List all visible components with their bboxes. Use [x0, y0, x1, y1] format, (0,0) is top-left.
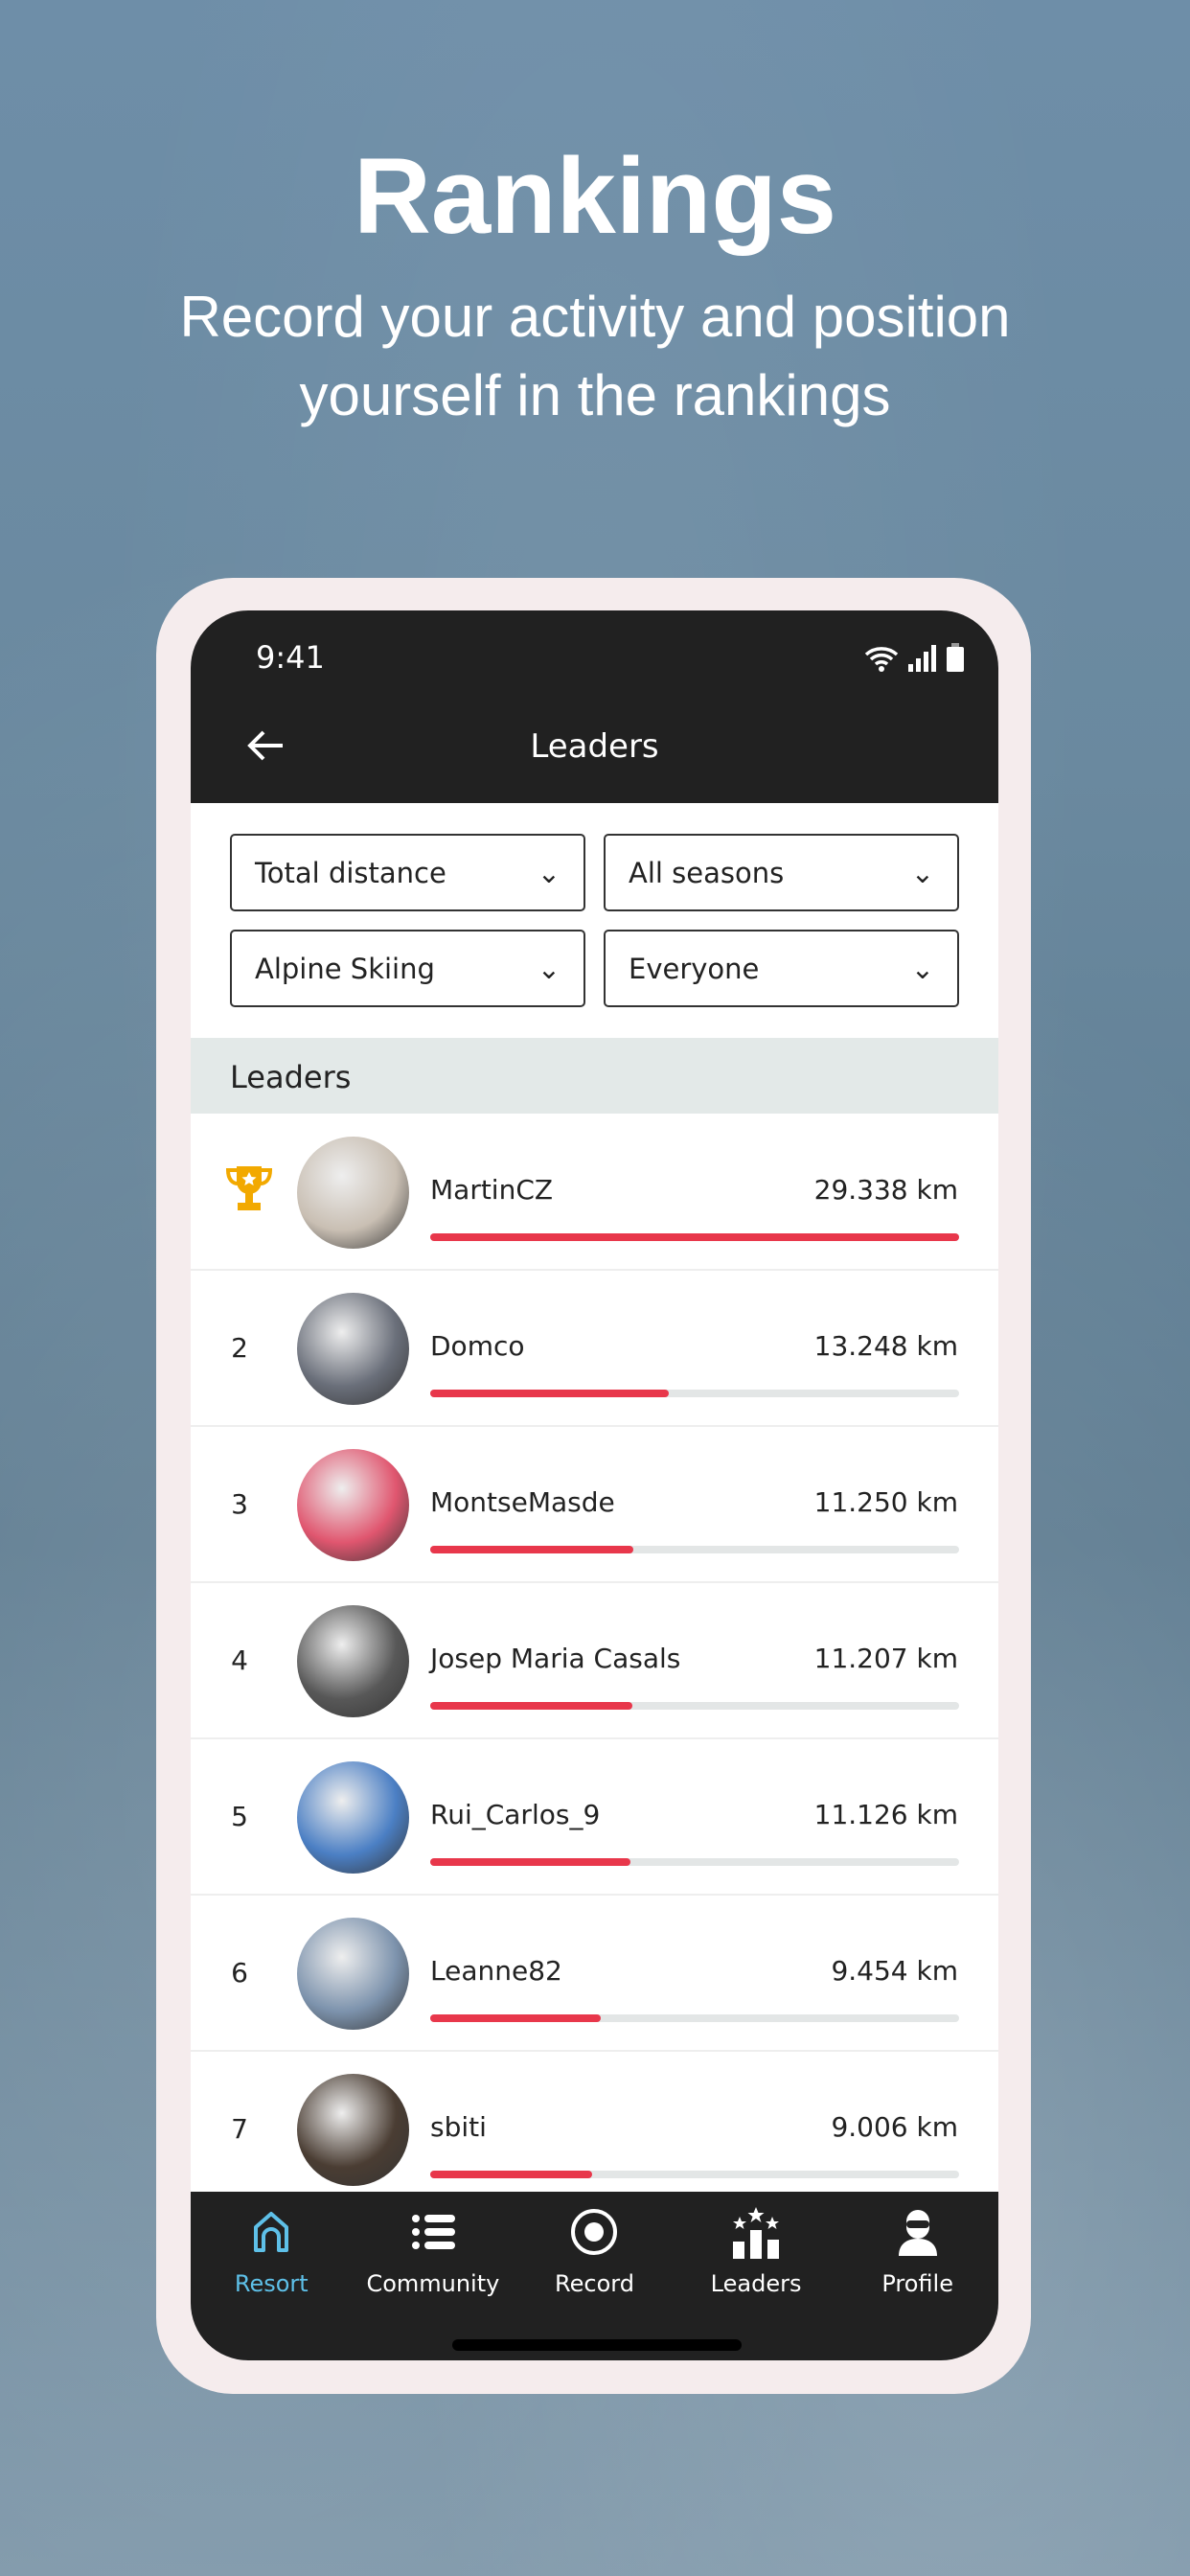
nav-label: Community — [366, 2270, 500, 2297]
status-icons — [864, 643, 964, 672]
subtitle-line: yourself in the rankings — [299, 363, 891, 427]
nav-label: Leaders — [710, 2270, 802, 2297]
promo-title: Rankings — [353, 136, 837, 256]
home-indicator — [452, 2339, 742, 2351]
rank-number: 4 — [231, 1644, 248, 1676]
nav-item-profile[interactable]: Profile — [846, 2205, 990, 2360]
progress-fill — [430, 1858, 631, 1866]
avatar[interactable] — [297, 1293, 409, 1405]
chevron-down-icon: ⌄ — [910, 952, 934, 985]
leader-distance: 9.006 km — [831, 2111, 958, 2143]
progress-bar — [430, 2014, 959, 2022]
leader-row[interactable]: 7 sbiti 9.006 km — [191, 2052, 998, 2208]
nav-item-leaders[interactable]: Leaders — [684, 2205, 828, 2360]
rank-number: 7 — [231, 2113, 248, 2145]
battery-icon — [947, 643, 964, 672]
metric-dropdown[interactable]: Total distance ⌄ — [230, 834, 585, 911]
dropdown-value: Everyone — [629, 952, 760, 985]
progress-fill — [430, 2014, 601, 2022]
leader-name[interactable]: Rui_Carlos_9 — [430, 1799, 600, 1830]
leader-row[interactable]: MartinCZ 29.338 km — [191, 1115, 998, 1271]
app-header: 9:41 Leaders — [191, 610, 998, 803]
record-icon — [570, 2205, 618, 2270]
progress-bar — [430, 1702, 959, 1710]
leader-distance: 9.454 km — [831, 1955, 958, 1987]
list-icon — [411, 2205, 455, 2270]
avatar[interactable] — [297, 1761, 409, 1874]
avatar[interactable] — [297, 1449, 409, 1561]
status-time: 9:41 — [256, 639, 325, 676]
leader-name[interactable]: MartinCZ — [430, 1174, 553, 1206]
progress-bar — [430, 1858, 959, 1866]
leader-row[interactable]: 4 Josep Maria Casals 11.207 km — [191, 1583, 998, 1739]
leader-name[interactable]: Josep Maria Casals — [430, 1643, 680, 1674]
dropdown-value: All seasons — [629, 856, 785, 889]
avatar[interactable] — [297, 1918, 409, 2030]
home-icon — [252, 2205, 290, 2270]
leader-distance: 11.207 km — [813, 1643, 958, 1674]
skier-profile-icon — [897, 2205, 939, 2270]
nav-label: Profile — [881, 2270, 953, 2297]
leader-distance: 13.248 km — [813, 1330, 958, 1362]
rank-number: 3 — [231, 1488, 248, 1520]
progress-fill — [430, 1702, 632, 1710]
nav-label: Resort — [234, 2270, 309, 2297]
leader-distance: 11.250 km — [813, 1486, 958, 1518]
phone-screen: 9:41 Leaders Total distance ⌄ All seasons… — [191, 610, 998, 2360]
rank-number: 2 — [231, 1332, 248, 1364]
chevron-down-icon: ⌄ — [537, 856, 561, 889]
nav-item-record[interactable]: Record — [522, 2205, 666, 2360]
dropdown-value: Total distance — [255, 856, 446, 889]
subtitle-line: Record your activity and position — [179, 285, 1011, 349]
bottom-nav: Resort Community Record Leaders Profile — [191, 2192, 998, 2360]
leader-row[interactable]: 2 Domco 13.248 km — [191, 1271, 998, 1427]
leader-name[interactable]: Domco — [430, 1330, 525, 1362]
chevron-down-icon: ⌄ — [910, 856, 934, 889]
rank-number: 5 — [231, 1801, 248, 1832]
section-header: Leaders — [191, 1038, 998, 1114]
nav-item-resort[interactable]: Resort — [199, 2205, 343, 2360]
audience-dropdown[interactable]: Everyone ⌄ — [604, 930, 959, 1007]
progress-bar — [430, 1233, 959, 1241]
leader-name[interactable]: MontseMasde — [430, 1486, 615, 1518]
leader-row[interactable]: 5 Rui_Carlos_9 11.126 km — [191, 1739, 998, 1896]
page-title: Leaders — [530, 727, 659, 766]
avatar[interactable] — [297, 2074, 409, 2186]
progress-bar — [430, 1546, 959, 1553]
dropdown-value: Alpine Skiing — [255, 952, 435, 985]
leader-distance: 29.338 km — [813, 1174, 958, 1206]
nav-item-community[interactable]: Community — [361, 2205, 505, 2360]
sport-dropdown[interactable]: Alpine Skiing ⌄ — [230, 930, 585, 1007]
progress-fill — [430, 1233, 959, 1241]
avatar[interactable] — [297, 1605, 409, 1717]
progress-fill — [430, 1546, 633, 1553]
progress-bar — [430, 1390, 959, 1397]
chevron-down-icon: ⌄ — [537, 952, 561, 985]
progress-fill — [430, 2171, 593, 2178]
rank-number: 6 — [231, 1957, 248, 1989]
leader-row[interactable]: 3 MontseMasde 11.250 km — [191, 1427, 998, 1583]
signal-icon — [908, 645, 936, 672]
leader-row[interactable]: 6 Leanne82 9.454 km — [191, 1896, 998, 2052]
season-dropdown[interactable]: All seasons ⌄ — [604, 834, 959, 911]
leader-name[interactable]: sbiti — [430, 2111, 487, 2143]
trophy-icon — [225, 1162, 273, 1223]
avatar[interactable] — [297, 1137, 409, 1249]
promo-subtitle: Record your activity and position yoursel… — [0, 278, 1190, 435]
leader-name[interactable]: Leanne82 — [430, 1955, 562, 1987]
progress-bar — [430, 2171, 959, 2178]
progress-fill — [430, 1390, 670, 1397]
leaderboard-icon — [729, 2205, 783, 2270]
nav-label: Record — [555, 2270, 634, 2297]
leader-distance: 11.126 km — [813, 1799, 958, 1830]
wifi-icon — [864, 647, 899, 672]
